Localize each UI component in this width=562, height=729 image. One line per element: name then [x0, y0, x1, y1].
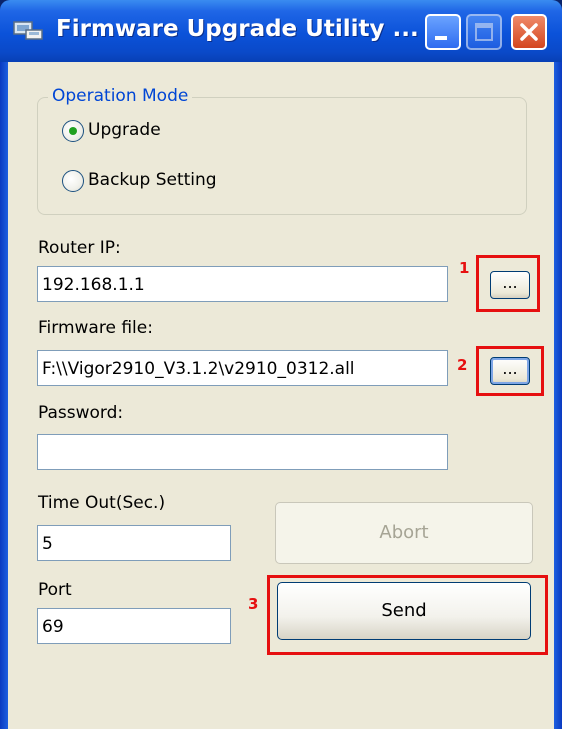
abort-button[interactable]: Abort [275, 502, 533, 564]
port-label: Port [38, 580, 72, 600]
send-button[interactable]: Send [277, 582, 531, 640]
annotation-marker-2: 2 [457, 356, 468, 374]
password-label: Password: [38, 403, 124, 423]
maximize-button[interactable] [466, 14, 502, 50]
annotation-marker-3: 3 [248, 595, 259, 613]
backup-setting-radio[interactable] [62, 170, 84, 192]
operation-mode-legend: Operation Mode [48, 86, 193, 106]
firmware-file-browse-button[interactable]: ... [490, 357, 530, 385]
firmware-file-input[interactable]: F:\\Vigor2910_V3.1.2\v2910_0312.all [37, 350, 448, 386]
router-ip-input[interactable]: 192.168.1.1 [37, 266, 448, 302]
window-frame-right [554, 62, 562, 729]
minimize-icon [435, 36, 447, 40]
operation-mode-group [37, 97, 527, 215]
upgrade-radio-label[interactable]: Upgrade [88, 120, 161, 140]
password-input[interactable] [37, 434, 448, 470]
close-button[interactable] [511, 14, 547, 50]
network-app-icon [13, 21, 43, 40]
annotation-marker-1: 1 [459, 259, 470, 277]
window-frame-left [0, 62, 8, 729]
window-title: Firmware Upgrade Utility ... [56, 16, 419, 42]
radio-selected-dot [69, 127, 77, 135]
port-input[interactable]: 69 [37, 608, 231, 644]
backup-setting-radio-label[interactable]: Backup Setting [88, 170, 217, 190]
maximize-icon [475, 23, 493, 41]
upgrade-radio[interactable] [62, 120, 84, 142]
close-icon [520, 23, 538, 41]
title-bar[interactable]: Firmware Upgrade Utility ... [0, 0, 562, 62]
app-window: Firmware Upgrade Utility ... Operation M… [0, 0, 562, 729]
firmware-file-label: Firmware file: [38, 318, 153, 338]
timeout-label: Time Out(Sec.) [38, 493, 166, 513]
router-ip-label: Router IP: [38, 238, 121, 258]
timeout-input[interactable]: 5 [37, 525, 231, 561]
router-ip-browse-button[interactable]: ... [490, 271, 530, 299]
minimize-button[interactable] [425, 14, 461, 50]
